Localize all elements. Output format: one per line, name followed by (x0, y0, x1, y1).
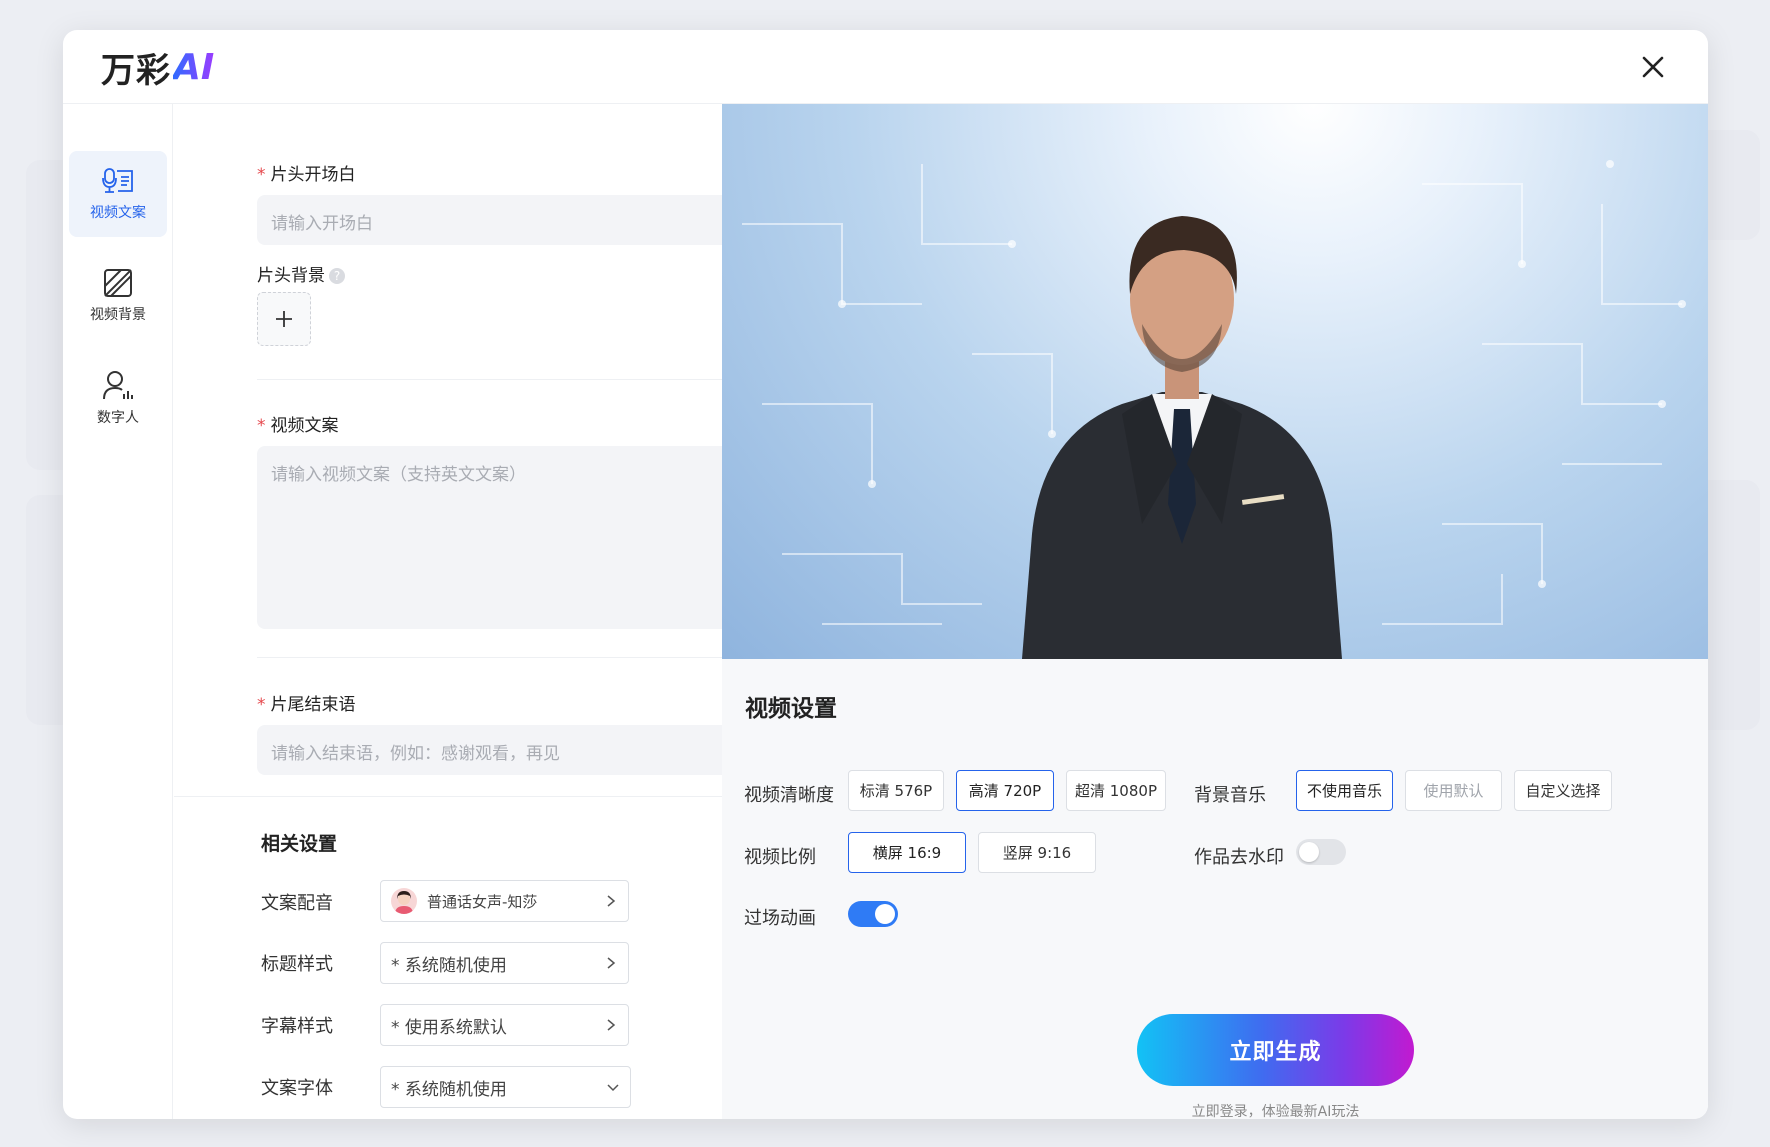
ratio-option-portrait[interactable]: 竖屏 9:16 (978, 832, 1096, 873)
music-option-default[interactable]: 使用默认 (1405, 770, 1502, 811)
chevron-right-icon (607, 1019, 616, 1031)
brand-logo: 万彩 AI (101, 46, 215, 91)
subtitle-style-value: * 使用系统默认 (391, 1017, 507, 1038)
help-icon[interactable]: ? (329, 268, 345, 284)
plus-icon (276, 311, 292, 327)
nav-item-video-background[interactable]: 视频背景 (69, 253, 167, 339)
related-settings-title: 相关设置 (261, 833, 338, 855)
script-textarea[interactable]: 请输入视频文案（支持英文文案） (257, 446, 764, 629)
resolution-option-1080p[interactable]: 超清 1080P (1066, 770, 1166, 811)
title-style-select[interactable]: * 系统随机使用 (380, 942, 629, 984)
voice-label: 文案配音 (261, 893, 333, 914)
ending-label: * 片尾结束语 (257, 695, 356, 715)
watermark-label: 作品去水印 (1194, 847, 1284, 868)
script-mic-icon (102, 168, 133, 193)
nav-item-digital-human[interactable]: 数字人 (69, 355, 167, 441)
nav-label: 数字人 (97, 410, 139, 426)
background-pattern-icon (104, 269, 132, 297)
generate-button[interactable]: 立即生成 (1137, 1014, 1414, 1086)
chevron-right-icon (607, 895, 616, 907)
digital-human-icon (103, 371, 133, 400)
video-settings-title: 视频设置 (745, 696, 837, 722)
script-form: * 片头开场白 请输入开场白 片头背景? * 视频文案 请输入视频文案（支持英文文案… (174, 104, 784, 1119)
chevron-down-icon (607, 1084, 619, 1092)
script-label: * 视频文案 (257, 416, 339, 436)
related-settings-panel: 相关设置 文案配音 普通话女声-知莎 标题样式 * 系统随机使用 字幕样式 * … (174, 796, 784, 1119)
subtitle-style-label: 字幕样式 (261, 1016, 333, 1037)
ending-input[interactable]: 请输入结束语，例如：感谢观看，再见 (257, 725, 764, 775)
voice-value: 普通话女声-知莎 (427, 892, 538, 911)
title-style-label: 标题样式 (261, 954, 333, 975)
opening-input[interactable]: 请输入开场白 (257, 195, 764, 245)
preview-image (742, 160, 1686, 659)
music-option-custom[interactable]: 自定义选择 (1514, 770, 1612, 811)
close-icon[interactable] (1636, 50, 1670, 84)
nav-label: 视频文案 (90, 205, 146, 221)
login-hint-link[interactable]: 立即登录，体验最新AI玩法 (722, 1101, 1708, 1119)
brand-ai-mark: AI (173, 46, 215, 88)
brand-name: 万彩 (101, 50, 171, 91)
resolution-option-720p[interactable]: 高清 720P (956, 770, 1054, 811)
required-mark: * (257, 165, 266, 185)
music-label: 背景音乐 (1194, 785, 1266, 806)
nav-label: 视频背景 (90, 307, 146, 323)
font-label: 文案字体 (261, 1078, 333, 1099)
ratio-option-landscape[interactable]: 横屏 16:9 (848, 832, 966, 873)
title-style-value: * 系统随机使用 (391, 955, 507, 976)
font-select[interactable]: * 系统随机使用 (380, 1066, 631, 1108)
side-nav: 视频文案 视频背景 数字人 (63, 104, 173, 1119)
video-settings-panel: 视频设置 视频清晰度 标清 576P 高清 720P 超清 1080P 背景音乐… (722, 659, 1708, 1119)
opening-label: * 片头开场白 (257, 165, 356, 185)
section-divider (257, 379, 764, 380)
ratio-label: 视频比例 (744, 847, 816, 868)
music-option-none[interactable]: 不使用音乐 (1296, 770, 1393, 811)
transition-label: 过场动画 (744, 908, 816, 929)
subtitle-style-select[interactable]: * 使用系统默认 (380, 1004, 629, 1046)
required-mark: * (257, 416, 266, 436)
watermark-toggle[interactable] (1296, 839, 1346, 865)
modal-header: 万彩 AI (63, 30, 1708, 104)
voice-avatar (391, 888, 417, 914)
nav-item-video-script[interactable]: 视频文案 (69, 151, 167, 237)
section-divider (257, 657, 764, 658)
font-value: * 系统随机使用 (391, 1079, 507, 1100)
opening-bg-label: 片头背景? (257, 261, 345, 286)
create-video-modal: 万彩 AI 视频文案 视频背景 数字人 * 片头开场白 请输入开场白 片头背景 … (63, 30, 1708, 1119)
transition-toggle[interactable] (848, 901, 898, 927)
upload-opening-bg-button[interactable] (257, 292, 311, 346)
video-preview (722, 104, 1708, 659)
chevron-right-icon (607, 957, 616, 969)
voice-select[interactable]: 普通话女声-知莎 (380, 880, 629, 922)
resolution-option-576p[interactable]: 标清 576P (848, 770, 944, 811)
required-mark: * (257, 695, 266, 715)
resolution-label: 视频清晰度 (744, 785, 834, 806)
